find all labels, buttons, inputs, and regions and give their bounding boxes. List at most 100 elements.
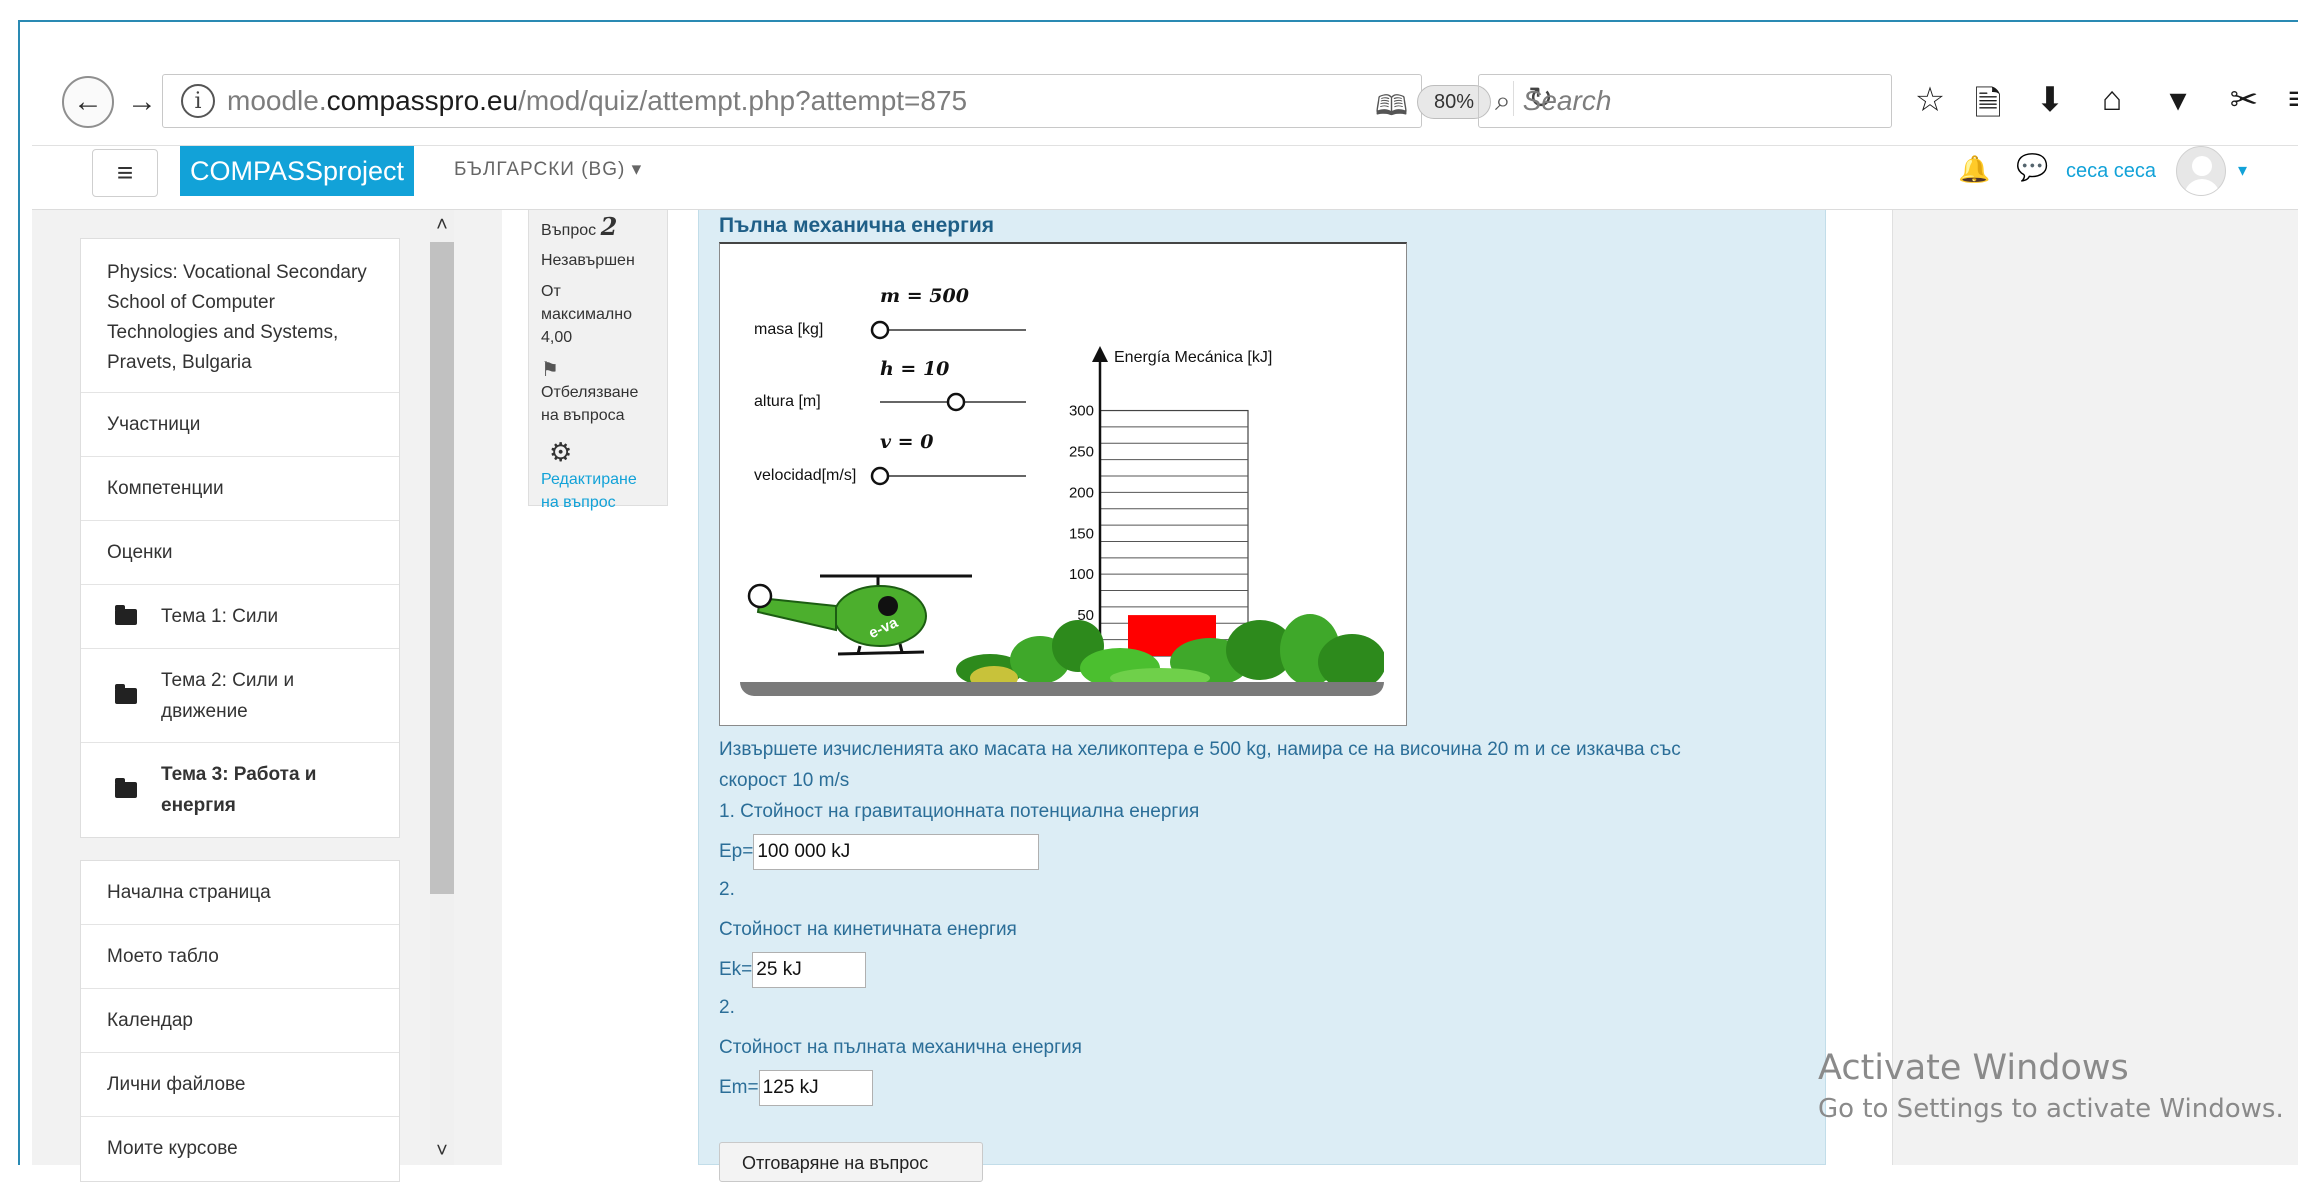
ek-label: Ek=	[719, 959, 753, 980]
search-input[interactable]: ⌕ Search	[1478, 74, 1892, 128]
energy-tick-label: 150	[1069, 525, 1094, 542]
simulation-frame: m = 500 masa [kg] h = 10 altura [m] v = …	[719, 242, 1407, 726]
folder-icon	[115, 778, 137, 798]
sidebar-item-participants[interactable]: Участници	[81, 393, 399, 457]
sidebar-item-private-files[interactable]: Лични файлове	[81, 1053, 399, 1117]
velocity-slider-handle[interactable]	[870, 466, 890, 486]
sidebar-item-dashboard[interactable]: Моето табло	[81, 925, 399, 989]
extension-icon[interactable]: ✂	[2222, 80, 2266, 120]
sidebar-item-my-courses[interactable]: Моите курсове	[81, 1117, 399, 1181]
url-text: moodle.compasspro.eu/mod/quiz/attempt.ph…	[227, 85, 968, 116]
energy-axis-label: Energía Mecánica [kJ]	[1114, 349, 1272, 366]
mass-label: masa [kg]	[754, 321, 823, 338]
scrollbar-thumb[interactable]	[430, 242, 454, 894]
bookmarks-list-icon[interactable]: 🗎	[1966, 80, 2010, 137]
home-icon[interactable]: ⌂	[2090, 80, 2134, 119]
mass-slider-handle[interactable]	[870, 320, 890, 340]
sidebar-item-calendar[interactable]: Календар	[81, 989, 399, 1053]
energy-bar-chart: 30025020015010050	[1069, 346, 1249, 657]
avatar[interactable]	[2176, 146, 2226, 196]
ep-answer-row: Ep=	[719, 834, 1040, 870]
reader-view-icon[interactable]: 🕮	[1375, 85, 1408, 133]
ek-answer-input[interactable]	[752, 952, 867, 988]
drawer-toggle-button[interactable]: ≡	[92, 149, 158, 197]
course-nav-block: Physics: Vocational Secondary School of …	[80, 238, 400, 838]
windows-activation-watermark: Activate Windows Go to Settings to activ…	[1818, 1048, 2284, 1124]
scroll-up-icon[interactable]: ˄	[430, 214, 454, 237]
energy-simulation[interactable]: m = 500 masa [kg] h = 10 altura [m] v = …	[740, 258, 1384, 696]
gear-icon[interactable]: ⚙	[549, 437, 655, 468]
sidebar-item-home[interactable]: Начална страница	[81, 861, 399, 925]
site-navbar: ≡ COMPASSproject БЪЛГАРСКИ (BG) ▾ 🔔 💬 ce…	[32, 146, 2298, 210]
notification-bell-icon[interactable]: 🔔	[1958, 154, 1990, 185]
em-answer-input[interactable]	[758, 1070, 873, 1106]
search-placeholder: Search	[1522, 85, 1612, 116]
velocity-value-label: v = 0	[880, 431, 933, 453]
question-number: Въпрос 2	[541, 212, 618, 241]
energy-axis-arrow	[1092, 346, 1108, 362]
height-slider-handle[interactable]	[946, 392, 966, 412]
simulation-canvas: m = 500 masa [kg] h = 10 altura [m] v = …	[740, 285, 1384, 696]
sidebar-item-topic-2[interactable]: Тема 2: Сили и движение	[81, 649, 399, 743]
em-answer-row: Em=	[719, 1070, 873, 1106]
bookmark-star-icon[interactable]: ☆	[1908, 80, 1952, 120]
back-arrow-icon: ←	[73, 85, 103, 118]
watermark-title: Activate Windows	[1818, 1048, 2129, 1088]
helicopter-icon: e-va	[747, 574, 972, 656]
height-label: altura [m]	[754, 393, 821, 410]
sidebar-item-course[interactable]: Physics: Vocational Secondary School of …	[81, 239, 399, 393]
ground	[740, 682, 1384, 696]
energy-tick-label: 300	[1069, 403, 1094, 420]
messages-icon[interactable]: 💬	[2016, 152, 2048, 183]
chevron-down-icon[interactable]: ▾	[2238, 160, 2247, 181]
flag-question-link[interactable]: Отбелязване на въпроса	[541, 381, 655, 427]
sidebar-item-grades[interactable]: Оценки	[81, 521, 399, 585]
velocity-label: velocidad[m/s]	[754, 467, 856, 484]
sidebar-item-topic-1[interactable]: Тема 1: Сили	[81, 585, 399, 649]
question-text-line1: Извършете изчисленията ако масата на хел…	[719, 739, 1681, 760]
hamburger-icon: ≡	[116, 157, 134, 188]
question-text-line2: скорост 10 m/s	[719, 770, 850, 791]
question-item-2: Стойност на кинетичната енергия	[719, 919, 1017, 940]
quiz-region: Въпрос 2 Незавършен От максимално 4,00 ⚑…	[502, 210, 1892, 1182]
right-column	[1892, 210, 2298, 1165]
url-bar[interactable]: i moodle.compasspro.eu/mod/quiz/attempt.…	[162, 74, 1553, 128]
download-icon[interactable]: ⬇	[2028, 80, 2072, 120]
item-number-2a: 2.	[719, 879, 735, 900]
forward-button[interactable]: →	[116, 76, 168, 128]
height-value-label: h = 10	[880, 358, 949, 380]
energy-tick-label: 200	[1069, 484, 1094, 501]
question-item-1: 1. Стойност на гравитационната потенциал…	[719, 801, 1200, 822]
sidebar-item-topic-3[interactable]: Тема 3: Работа и енергия	[81, 743, 399, 837]
item-number-2b: 2.	[719, 997, 735, 1018]
info-icon[interactable]: i	[181, 84, 215, 118]
page-body: Physics: Vocational Secondary School of …	[32, 210, 2298, 1182]
question-item-3: Стойност на пълната механична енергия	[719, 1037, 1082, 1058]
question-max-grade: От максимално 4,00	[541, 283, 632, 346]
check-answer-button[interactable]: Отговаряне на въпрос	[719, 1142, 983, 1182]
edit-question-link[interactable]: Редактиране на въпрос	[541, 468, 655, 514]
mass-value-label: m = 500	[880, 285, 969, 307]
browser-toolbar: ← → i moodle.compasspro.eu/mod/quiz/atte…	[32, 50, 2298, 146]
pocket-icon[interactable]: ▾	[2156, 80, 2200, 120]
language-menu[interactable]: БЪЛГАРСКИ (BG) ▾	[454, 158, 642, 181]
folder-icon	[115, 604, 137, 625]
site-brand[interactable]: COMPASSproject	[180, 146, 414, 196]
question-status: Незавършен	[541, 252, 635, 269]
flag-icon[interactable]: ⚑	[541, 360, 655, 380]
forward-arrow-icon: →	[127, 85, 157, 118]
user-menu-name[interactable]: ceca ceca	[2066, 160, 2156, 183]
ek-answer-row: Ek=	[719, 952, 867, 988]
ep-label: Ep=	[719, 841, 754, 862]
course-navigation: Physics: Vocational Secondary School of …	[80, 238, 400, 1204]
back-button[interactable]: ←	[62, 76, 114, 128]
sidebar-scrollbar[interactable]: ˄ ˅	[430, 210, 454, 1165]
scroll-down-icon[interactable]: ˅	[430, 1140, 454, 1163]
em-label: Em=	[719, 1077, 759, 1098]
question-title: Пълна механична енергия	[719, 214, 994, 237]
sidebar-item-competencies[interactable]: Компетенции	[81, 457, 399, 521]
energy-tick-label: 250	[1069, 443, 1094, 460]
search-icon: ⌕	[1495, 84, 1511, 116]
ep-answer-input[interactable]	[753, 834, 1040, 870]
menu-icon[interactable]: ≡	[2276, 80, 2298, 119]
